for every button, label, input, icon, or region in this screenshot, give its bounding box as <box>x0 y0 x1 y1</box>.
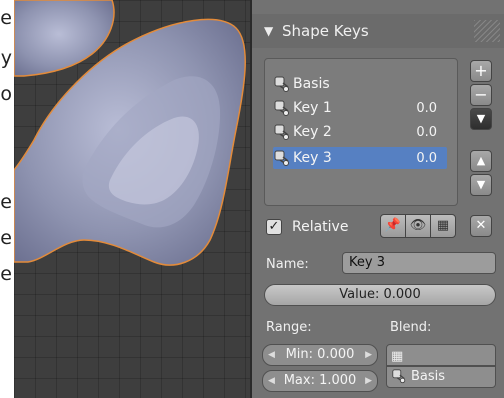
max-field[interactable]: ◀ Max: 1.000 ▶ <box>262 370 378 392</box>
decrement-arrow-icon[interactable]: ◀ <box>268 345 275 365</box>
move-down-button[interactable]: ▼ <box>470 174 492 196</box>
cropped-text-column: e y o e e e <box>0 0 14 398</box>
relative-key-field[interactable]: Basis <box>386 366 496 388</box>
cropped-letter: y <box>0 47 12 69</box>
cropped-letter: e <box>0 7 12 29</box>
value-slider[interactable]: Value: 0.000 <box>264 284 496 306</box>
max-value: Max: 1.000 <box>283 373 357 388</box>
drag-handle[interactable] <box>474 20 500 42</box>
specials-menu-button[interactable]: ▼ <box>470 108 492 130</box>
list-item[interactable]: Key 2 0.0 <box>273 121 447 143</box>
shape-key-value[interactable]: 0.0 <box>416 151 437 166</box>
cropped-letter: e <box>0 227 12 249</box>
shape-key-icon <box>273 149 291 167</box>
shape-key-name: Key 1 <box>293 100 332 116</box>
relative-key-name: Basis <box>411 369 446 384</box>
range-label: Range: <box>266 320 312 335</box>
mesh-ear-model[interactable] <box>14 0 250 398</box>
blend-label: Blend: <box>390 320 432 335</box>
shape-key-name: Key 3 <box>293 150 332 166</box>
min-value: Min: 0.000 <box>285 347 355 362</box>
properties-panel: ▼ Shape Keys Basis Key 1 0.0 Key 2 0.0 K… <box>250 0 504 398</box>
vertex-group-icon: ▦ <box>391 349 404 364</box>
move-up-button[interactable]: ▲ <box>470 150 492 172</box>
increment-arrow-icon[interactable]: ▶ <box>365 371 372 391</box>
shape-key-value[interactable]: 0.0 <box>416 125 437 140</box>
shape-key-icon <box>273 123 291 141</box>
increment-arrow-icon[interactable]: ▶ <box>365 345 372 365</box>
shape-key-icon <box>391 368 407 391</box>
list-item-selected[interactable]: Key 3 0.0 <box>273 147 447 169</box>
cropped-letter: o <box>0 83 12 105</box>
vertex-group-field[interactable]: ▦ <box>386 344 496 366</box>
shape-key-icon <box>273 99 291 117</box>
relative-checkbox[interactable]: ✓ <box>266 219 282 235</box>
relative-label: Relative <box>292 219 349 235</box>
pin-icon[interactable]: 📌 <box>380 214 406 238</box>
shape-key-icon <box>273 75 291 93</box>
shape-key-name: Key 2 <box>293 124 332 140</box>
panel-title: Shape Keys <box>282 22 369 40</box>
min-field[interactable]: ◀ Min: 0.000 ▶ <box>262 344 378 366</box>
decrement-arrow-icon[interactable]: ◀ <box>268 371 275 391</box>
shape-key-list[interactable]: Basis Key 1 0.0 Key 2 0.0 Key 3 0.0 <box>264 58 458 206</box>
add-shape-key-button[interactable]: + <box>470 60 492 82</box>
remove-shape-key-button[interactable]: − <box>470 84 492 106</box>
clear-weights-button[interactable]: ✕ <box>470 215 492 237</box>
list-item[interactable]: Basis <box>273 73 447 95</box>
name-label: Name: <box>266 257 309 272</box>
shape-keys-header[interactable]: ▼ Shape Keys <box>252 14 504 48</box>
eye-icon[interactable]: 👁 <box>405 214 431 238</box>
shape-key-value[interactable]: 0.0 <box>416 101 437 116</box>
3d-viewport[interactable] <box>14 0 250 398</box>
shape-key-name: Basis <box>293 76 330 92</box>
collapse-triangle-icon[interactable]: ▼ <box>264 24 273 38</box>
list-item[interactable]: Key 1 0.0 <box>273 97 447 119</box>
cropped-letter: e <box>0 191 12 213</box>
name-field[interactable]: Key 3 <box>342 252 496 274</box>
edit-mode-icon[interactable]: ▦ <box>430 214 456 238</box>
cropped-letter: e <box>0 263 12 285</box>
